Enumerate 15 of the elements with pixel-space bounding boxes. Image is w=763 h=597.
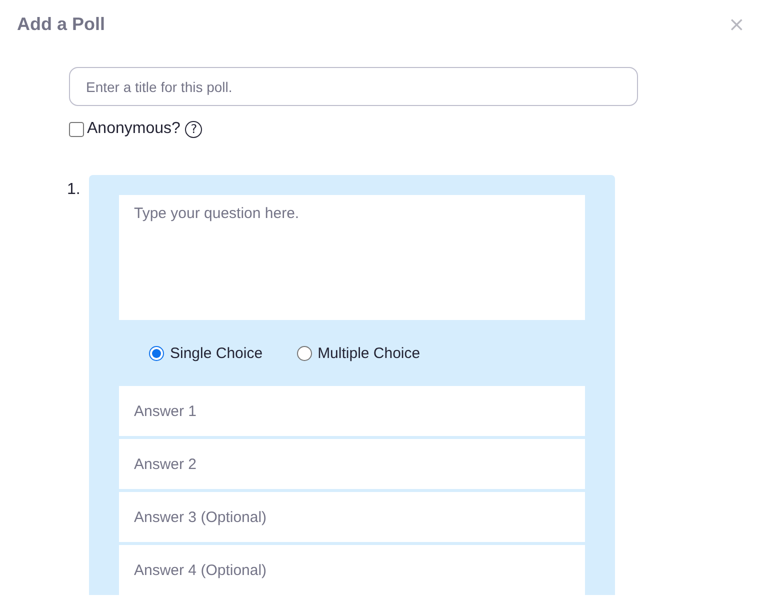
answer-field[interactable]: Answer 1 <box>119 386 585 436</box>
anonymous-label: Anonymous? <box>87 120 180 138</box>
choice-type-label: Multiple Choice <box>318 344 420 362</box>
help-icon[interactable]: ? <box>185 120 202 138</box>
radio-button[interactable] <box>296 346 312 360</box>
radio-button[interactable] <box>149 346 164 360</box>
answer-field[interactable]: Answer 4 (Optional) <box>119 545 585 595</box>
question-field[interactable]: Type your question here. <box>119 195 585 320</box>
anonymous-checkbox[interactable] <box>69 122 84 136</box>
answer-field[interactable]: Answer 2 <box>119 439 585 489</box>
choice-type-label: Single Choice <box>170 344 263 362</box>
dialog-title: Add a Poll <box>17 14 106 34</box>
answer-field[interactable]: Answer 3 (Optional) <box>119 492 585 542</box>
poll-title-field[interactable]: Enter a title for this poll. <box>69 67 638 106</box>
question-number: 1. <box>67 180 82 200</box>
